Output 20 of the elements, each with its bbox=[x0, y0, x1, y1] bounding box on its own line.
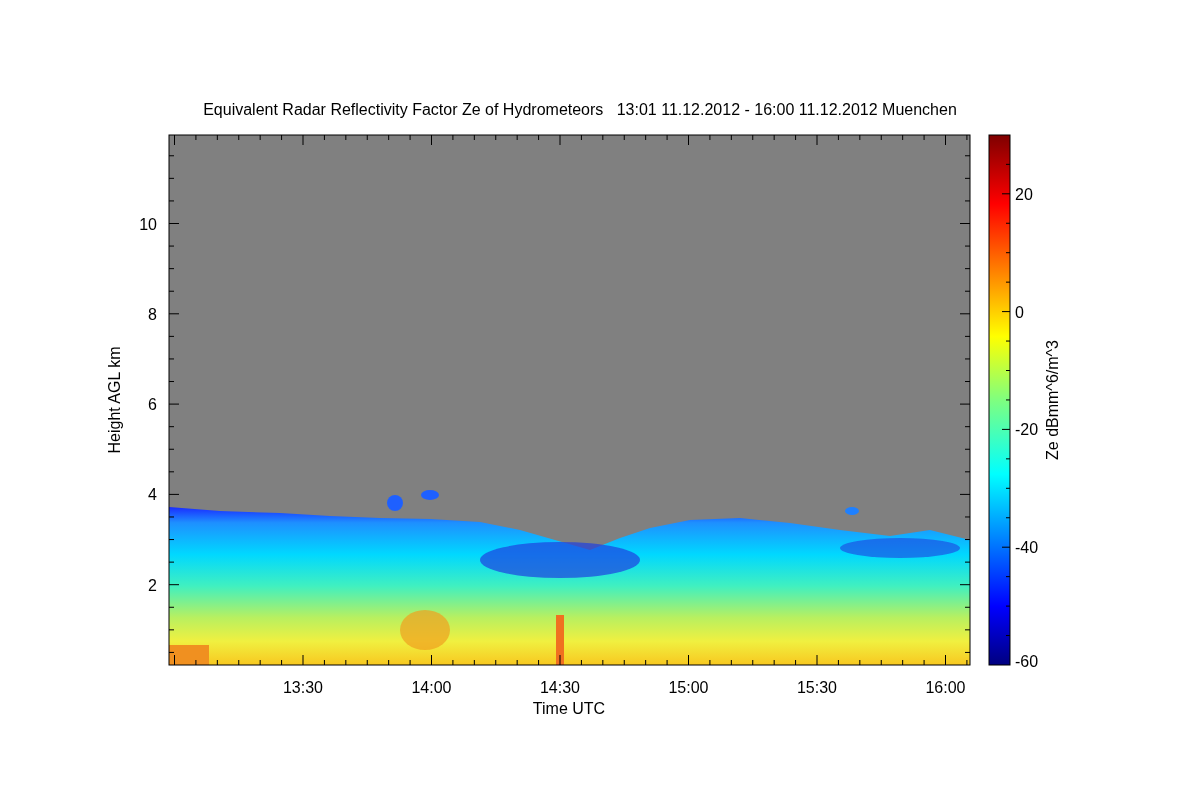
colorbar-tick-label: -20 bbox=[1015, 421, 1039, 439]
x-axis-label: Time UTC bbox=[532, 700, 606, 717]
y-tick-label: 4 bbox=[148, 486, 157, 504]
x-tick-label: 15:00 bbox=[668, 679, 709, 696]
y-tick-label: 2 bbox=[148, 576, 157, 594]
colorbar-label: Ze dBmm^6/m^3 bbox=[1044, 340, 1061, 460]
colorbar-tick-label: -60 bbox=[1015, 653, 1039, 670]
colorbar-tick-label: -40 bbox=[1015, 539, 1039, 557]
y-tick-label: 6 bbox=[148, 396, 157, 414]
y-tick-label: 8 bbox=[148, 305, 157, 323]
y-tick-label: 10 bbox=[139, 215, 157, 233]
colorbar-tick-label: 20 bbox=[1015, 185, 1033, 203]
y-axis-label: Height AGL km bbox=[106, 346, 123, 454]
x-tick-label: 14:30 bbox=[540, 679, 580, 696]
chart-title: Equivalent Radar Reflectivity Factor Ze of Hydrometeors 13:01 11.12.2012 - 16:00 11.12.2012 Muenchen bbox=[203, 101, 957, 118]
colorbar-tick-label: 0 bbox=[1015, 303, 1024, 321]
x-tick-label: 15:30 bbox=[797, 679, 837, 696]
x-tick-label: 16:00 bbox=[925, 679, 966, 696]
x-tick-label: 14:00 bbox=[411, 679, 452, 696]
x-tick-label: 13:30 bbox=[283, 679, 323, 696]
